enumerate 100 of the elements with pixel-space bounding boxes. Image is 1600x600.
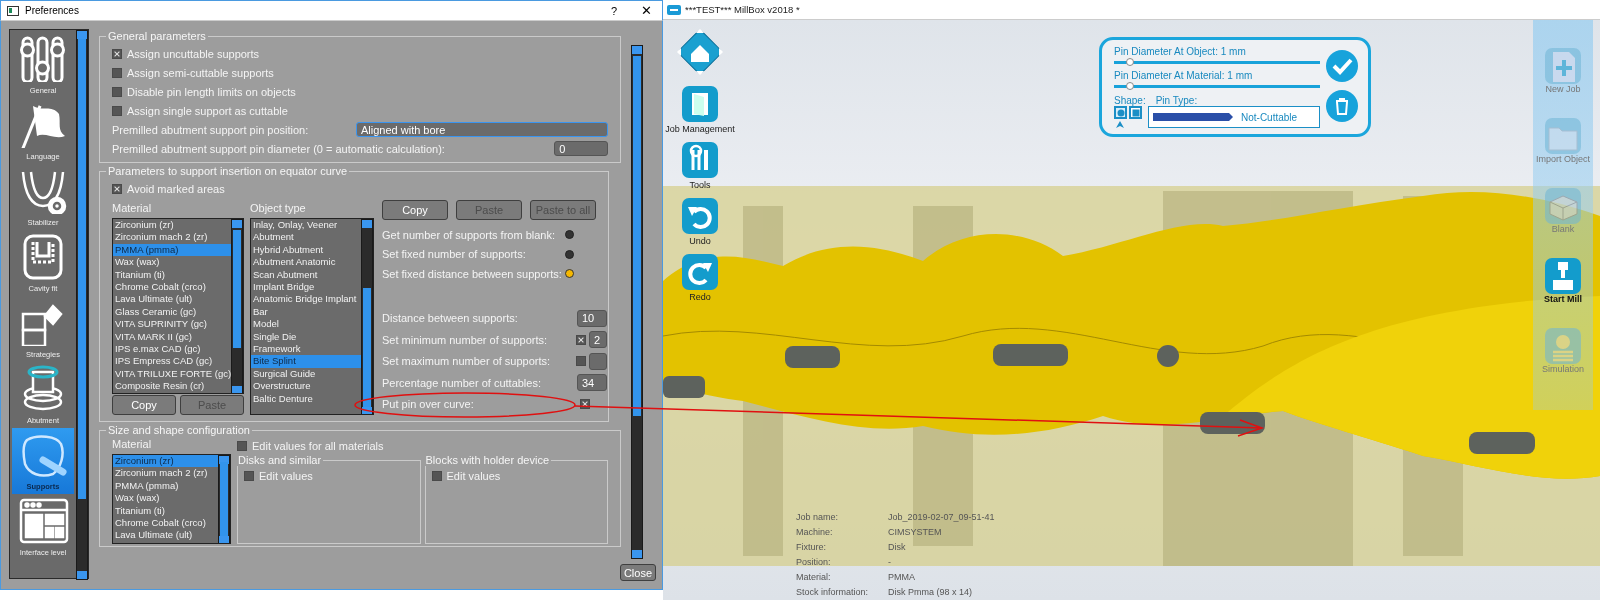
checkbox-label: Avoid marked areas	[127, 182, 225, 195]
list-item[interactable]: Titanium (ti)	[113, 268, 231, 282]
number-field[interactable]: 2	[589, 331, 607, 349]
scrollbar[interactable]	[231, 219, 243, 393]
radio-button[interactable]	[565, 269, 574, 279]
checkbox[interactable]	[112, 67, 122, 78]
toolbar-button[interactable]: Undo	[682, 198, 718, 246]
slider-thumb[interactable]	[1126, 82, 1135, 90]
field-label: Put pin over curve:	[382, 398, 475, 411]
slider-thumb[interactable]	[1126, 58, 1135, 66]
scrollbar[interactable]	[361, 219, 373, 414]
option-label: Set fixed distance between supports:	[382, 267, 560, 280]
list-item[interactable]: Titanium (ti)	[113, 504, 218, 518]
list-item[interactable]: VITA SUPRINITY (gc)	[113, 318, 231, 331]
list-item[interactable]: Zirconium (zr)	[113, 455, 218, 468]
info-label: Job name:	[795, 511, 840, 524]
support-pin	[785, 346, 840, 368]
number-field[interactable]	[589, 352, 607, 370]
button[interactable]: Copy	[382, 200, 448, 220]
checkbox[interactable]	[576, 334, 586, 345]
toolbar-button[interactable]: Start Mill	[1544, 258, 1582, 328]
checkbox[interactable]	[580, 399, 590, 410]
checkbox[interactable]	[112, 105, 122, 116]
list-item[interactable]: PMMA (pmma)	[113, 243, 231, 257]
shape-button[interactable]	[1129, 106, 1142, 119]
radio-button[interactable]	[565, 249, 574, 259]
checkbox[interactable]	[112, 86, 122, 97]
list-item[interactable]: IPS Empress CAD (gc)	[113, 355, 231, 368]
number-field[interactable]: 0	[554, 141, 608, 156]
field-label: Set minimum number of supports:	[382, 333, 549, 346]
list-item[interactable]: Abutment	[251, 231, 361, 244]
list-item[interactable]: Overstructure	[251, 380, 361, 393]
field-label: Premilled abutment support pin diameter (0 = automatic calculation):	[112, 142, 446, 155]
list-item[interactable]: IPS e.max CAD (gc)	[113, 343, 231, 356]
dropdown-field[interactable]: Aligned with bore	[356, 122, 608, 137]
list-item[interactable]: Glass Ceramic (gc)	[113, 305, 231, 319]
toolbar-button[interactable]: Tools	[682, 142, 718, 190]
pin-type-field[interactable]: Not-Cuttable	[1148, 106, 1320, 128]
toolbar-button[interactable]: Job Management	[665, 86, 735, 134]
group-title: Size and shape configuration	[107, 424, 251, 436]
help-button[interactable]: ?	[610, 4, 617, 17]
info-label: Material:	[795, 571, 832, 584]
scrollbar[interactable]	[631, 45, 643, 559]
list-item[interactable]: Chrome Cobalt (crco)	[113, 517, 218, 530]
checkbox[interactable]	[431, 470, 442, 481]
number-field[interactable]: 34	[577, 374, 607, 392]
list-item[interactable]: Inlay, Onlay, Veener	[251, 219, 361, 232]
list-item[interactable]: Chrome Cobalt (crco)	[113, 281, 231, 294]
button[interactable]: Copy	[112, 395, 176, 415]
shape-label: Shape:	[1114, 95, 1146, 106]
list-item[interactable]: Anatomic Bridge Implant	[251, 293, 361, 306]
checkbox[interactable]	[112, 48, 122, 59]
checkbox[interactable]	[237, 441, 247, 451]
info-value: CIMSYSTEM	[887, 526, 943, 539]
list-item[interactable]: PMMA (pmma)	[113, 479, 218, 493]
list-item[interactable]: Wax (wax)	[113, 256, 231, 269]
caret-icon	[1116, 121, 1124, 128]
tools-icon	[682, 142, 718, 178]
list-item[interactable]: VITA MARK II (gc)	[113, 330, 231, 344]
close-button[interactable]: ✕	[641, 3, 652, 18]
list-item[interactable]: Model	[251, 318, 361, 331]
list-item[interactable]: Single Die	[251, 330, 361, 344]
checkbox[interactable]	[576, 356, 586, 367]
list-item[interactable]: Zirconium mach 2 (zr)	[113, 467, 218, 480]
checkbox[interactable]	[112, 183, 122, 194]
list-item[interactable]: Wax (wax)	[113, 492, 218, 505]
scrollbar[interactable]	[218, 455, 230, 543]
info-value: PMMA	[887, 571, 916, 584]
window-icon	[7, 5, 19, 16]
list-item[interactable]: Composite Resin (cr)	[113, 380, 231, 393]
field-label: Set maximum number of supports:	[382, 355, 552, 368]
list-item[interactable]: Lava Ultimate (ult)	[113, 529, 218, 542]
list-item[interactable]: Bar	[251, 305, 361, 319]
list-item[interactable]: Zirconium (zr)	[113, 219, 231, 232]
confirm-button[interactable]	[1326, 50, 1358, 82]
list-item[interactable]: Zirconium mach 2 (zr)	[113, 231, 231, 244]
support-pin	[663, 376, 705, 398]
option-label: Get number of supports from blank:	[382, 228, 557, 241]
list-item[interactable]: Lava Ultimate (ult)	[113, 293, 231, 306]
scrollbar[interactable]	[76, 30, 88, 580]
pin-type-label: Pin Type:	[1155, 95, 1198, 106]
list-item[interactable]: Hybrid Abutment	[251, 243, 361, 257]
column-heading: Object type	[250, 201, 307, 216]
close-button[interactable]: Close	[619, 564, 656, 581]
radio-button[interactable]	[565, 230, 574, 240]
checkbox[interactable]	[244, 470, 254, 481]
number-field[interactable]: 10	[577, 309, 607, 327]
list-item[interactable]: Baltic Denture	[251, 392, 361, 406]
toolbar-button[interactable]: Redo	[682, 254, 718, 302]
list-item[interactable]: Framework	[251, 343, 361, 356]
list-item[interactable]: Abutment Anatomic	[251, 256, 361, 269]
delete-button[interactable]	[1326, 90, 1358, 122]
list-item[interactable]: Bite Splint	[251, 355, 361, 368]
list-item[interactable]: Surgical Guide	[251, 367, 361, 381]
redo-icon	[682, 254, 718, 290]
list-item[interactable]: Implant Bridge	[251, 281, 361, 294]
layout-icon	[17, 496, 69, 544]
list-item[interactable]: Scan Abutment	[251, 268, 361, 282]
list-item[interactable]: VITA TRILUXE FORTE (gc)	[113, 367, 231, 381]
pin-icon	[1153, 112, 1233, 122]
